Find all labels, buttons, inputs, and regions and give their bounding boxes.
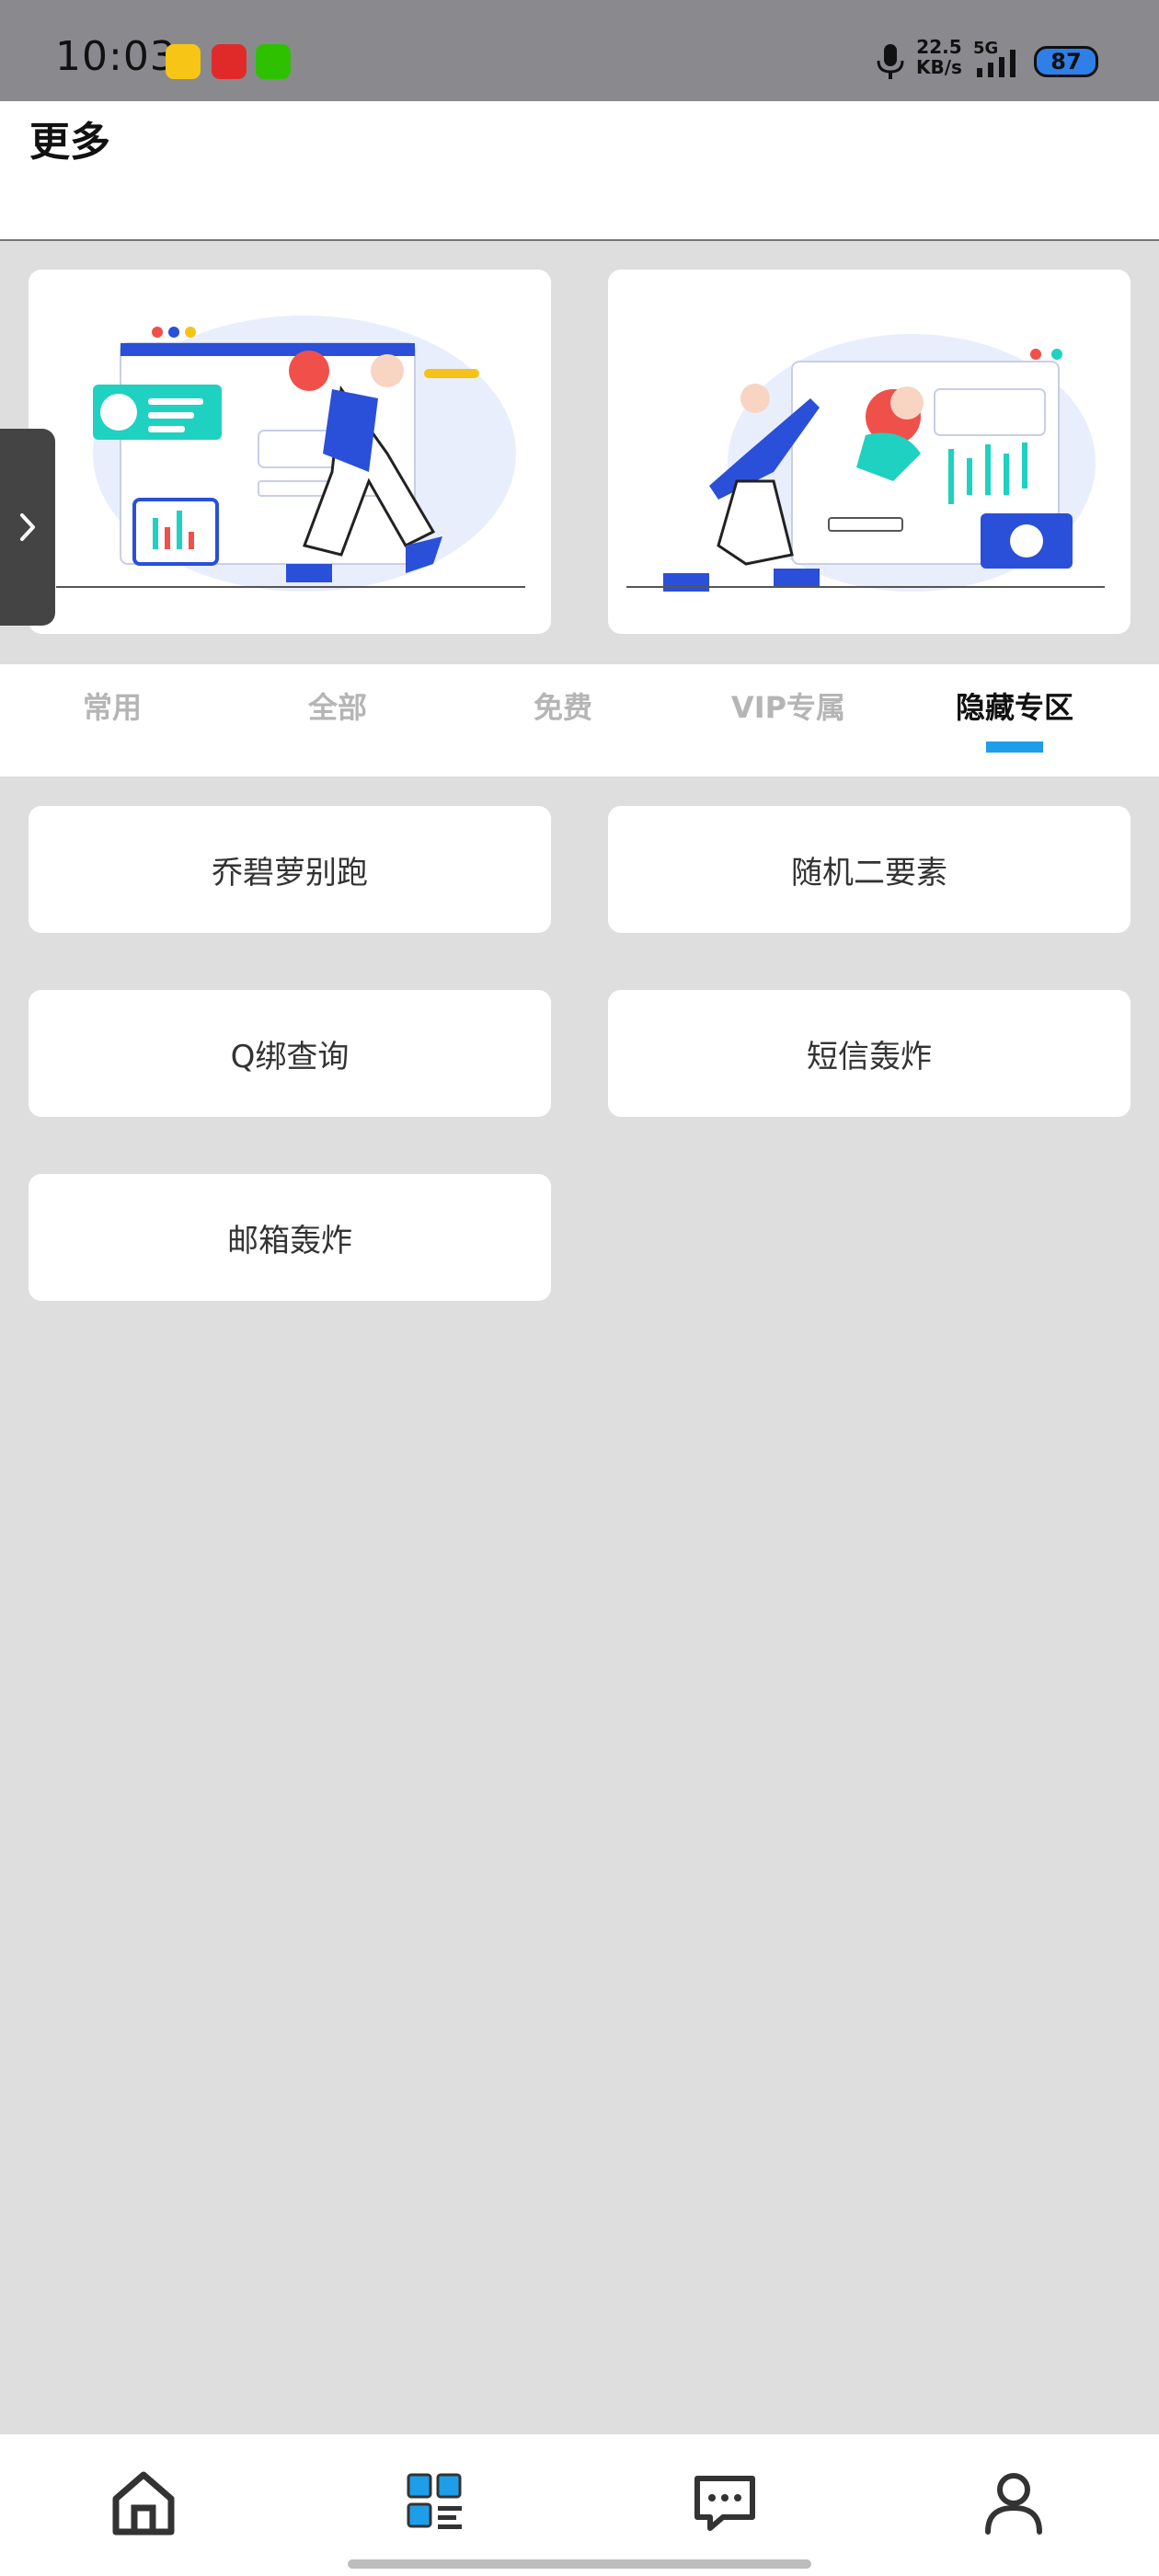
- battery-level: 87: [1050, 49, 1082, 75]
- net-speed-unit: KB/s: [916, 56, 962, 78]
- status-time: 10:03: [55, 33, 177, 80]
- app-icon: [166, 44, 201, 79]
- taobao-icon: [212, 44, 247, 79]
- net-speed: 22.5 KB/s: [916, 37, 962, 77]
- grid-item[interactable]: 邮箱轰炸: [29, 1174, 551, 1301]
- tab-common[interactable]: 常用: [2, 684, 223, 727]
- chevron-right-icon: [20, 513, 35, 541]
- message-icon[interactable]: [688, 2466, 762, 2539]
- net-speed-value: 22.5: [916, 36, 962, 58]
- banner-illustration-right: [626, 334, 1105, 592]
- apps-icon[interactable]: [397, 2466, 471, 2539]
- grid-item[interactable]: 乔碧萝别跑: [29, 806, 551, 933]
- wechat-icon: [256, 44, 291, 79]
- banner-illustration-left: [56, 316, 525, 592]
- mic-icon: [877, 44, 904, 79]
- bottom-navigation: [0, 2434, 1159, 2576]
- banner-right[interactable]: [608, 270, 1130, 634]
- banner-left[interactable]: [29, 270, 551, 634]
- page-header: 更多: [0, 101, 1159, 241]
- tab-free[interactable]: 免费: [453, 684, 673, 727]
- signal-icon: [977, 50, 1016, 77]
- page-title: 更多: [29, 119, 110, 166]
- active-tab-indicator: [986, 742, 1043, 753]
- grid-item[interactable]: 随机二要素: [608, 806, 1130, 933]
- grid-item[interactable]: 短信轰炸: [608, 990, 1130, 1117]
- home-indicator: [348, 2559, 811, 2569]
- status-bar: 10:03 22.5 KB/s 5G 87: [0, 0, 1159, 101]
- tab-vip[interactable]: VIP专属: [678, 684, 899, 727]
- profile-icon[interactable]: [977, 2466, 1050, 2539]
- side-panel-handle[interactable]: [0, 429, 55, 626]
- category-tabs: 常用 全部 免费 VIP专属 隐藏专区: [0, 664, 1159, 776]
- battery-icon: 87: [1034, 46, 1098, 77]
- tab-all[interactable]: 全部: [227, 684, 448, 727]
- home-icon[interactable]: [107, 2466, 180, 2539]
- tab-hidden-zone[interactable]: 隐藏专区: [904, 684, 1125, 727]
- grid-item[interactable]: Q绑查询: [29, 990, 551, 1117]
